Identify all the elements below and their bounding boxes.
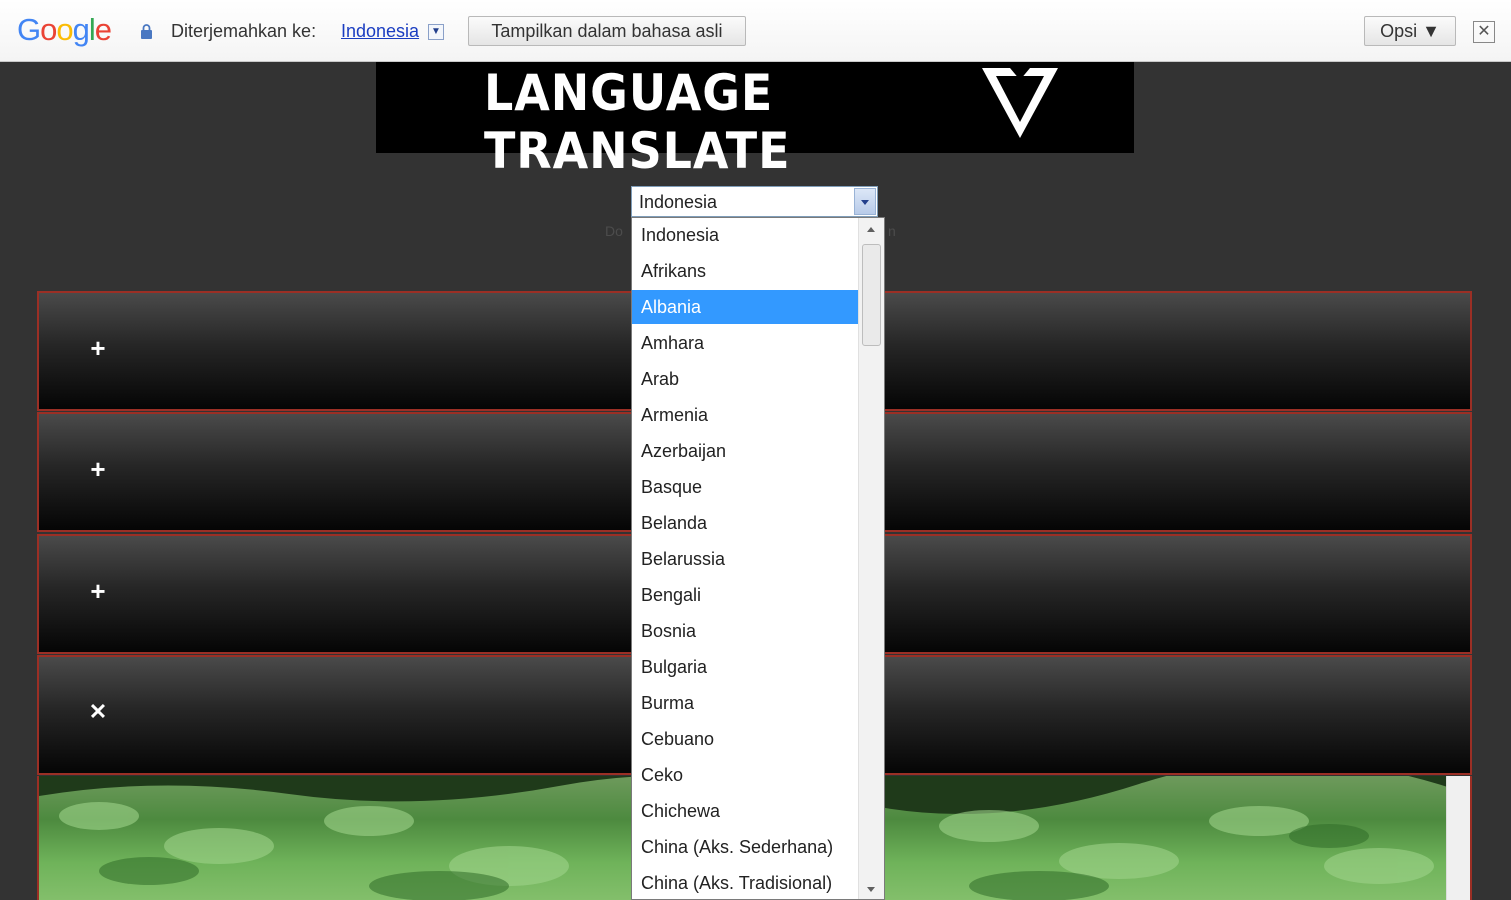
language-option[interactable]: Armenia (632, 398, 859, 432)
google-logo-letter: o (40, 12, 57, 47)
translate-bar: Google Diterjemahkan ke: Indonesia ▼ Tam… (0, 0, 1511, 62)
language-option[interactable]: Belanda (632, 506, 859, 540)
google-logo: Google (17, 12, 112, 48)
expand-plus-icon[interactable]: + (87, 578, 109, 604)
collapse-close-icon[interactable]: ✕ (87, 701, 109, 723)
google-logo-letter: G (17, 12, 41, 47)
language-option[interactable]: Indonesia (632, 218, 859, 252)
language-option[interactable]: Belarussia (632, 542, 859, 576)
scroll-up-icon[interactable] (867, 227, 875, 232)
translated-to-label: Diterjemahkan ke: (171, 21, 317, 41)
triangle-logo-icon (982, 68, 1058, 138)
language-option[interactable]: Bulgaria (632, 650, 859, 684)
language-dropdown-arrow-icon[interactable]: ▼ (428, 24, 444, 40)
language-option[interactable]: Bosnia (632, 614, 859, 648)
language-option[interactable]: Afrikans (632, 254, 859, 288)
ghost-text-right: n (888, 223, 896, 239)
language-option[interactable]: Burma (632, 686, 859, 720)
language-option[interactable]: Azerbaijan (632, 434, 859, 468)
expand-plus-icon[interactable]: + (87, 335, 109, 361)
ghost-text-left: Do (605, 223, 623, 239)
language-options-list[interactable]: China (Aks. Tradisional) China (Aks. Sede… (631, 217, 885, 900)
lock-icon (141, 24, 152, 39)
language-option[interactable]: Albania (632, 290, 859, 324)
scrollbar-thumb[interactable] (862, 244, 881, 346)
language-option[interactable]: Ceko (632, 758, 859, 792)
close-icon[interactable]: ✕ (1473, 21, 1495, 43)
options-button[interactable]: Opsi ▼ (1364, 16, 1456, 46)
language-select-value: Indonesia (639, 192, 718, 212)
language-option[interactable]: Basque (632, 470, 859, 504)
google-logo-letter: o (56, 12, 73, 47)
options-scrollbar[interactable] (858, 218, 884, 899)
chevron-down-icon[interactable] (854, 188, 876, 215)
language-select[interactable]: Indonesia (631, 186, 878, 217)
target-language-link[interactable]: Indonesia (341, 21, 419, 42)
language-option[interactable]: Chichewa (632, 794, 859, 828)
language-option[interactable]: Bengali (632, 578, 859, 612)
google-logo-letter: g (72, 12, 90, 47)
language-option[interactable]: China (Aks. Tradisional) (632, 866, 859, 899)
language-option[interactable]: Amhara (632, 326, 859, 360)
expand-plus-icon[interactable]: + (87, 456, 109, 482)
scroll-down-icon[interactable] (867, 887, 875, 892)
google-logo-letter: e (94, 12, 112, 47)
photo-scrollbar[interactable] (1446, 776, 1470, 900)
language-option[interactable]: Arab (632, 362, 859, 396)
show-original-button[interactable]: Tampilkan dalam bahasa asli (468, 16, 746, 46)
language-option[interactable]: Cebuano (632, 722, 859, 756)
language-option[interactable]: China (Aks. Sederhana) (632, 830, 859, 864)
header-banner: LANGUAGE TRANSLATE (376, 62, 1134, 180)
